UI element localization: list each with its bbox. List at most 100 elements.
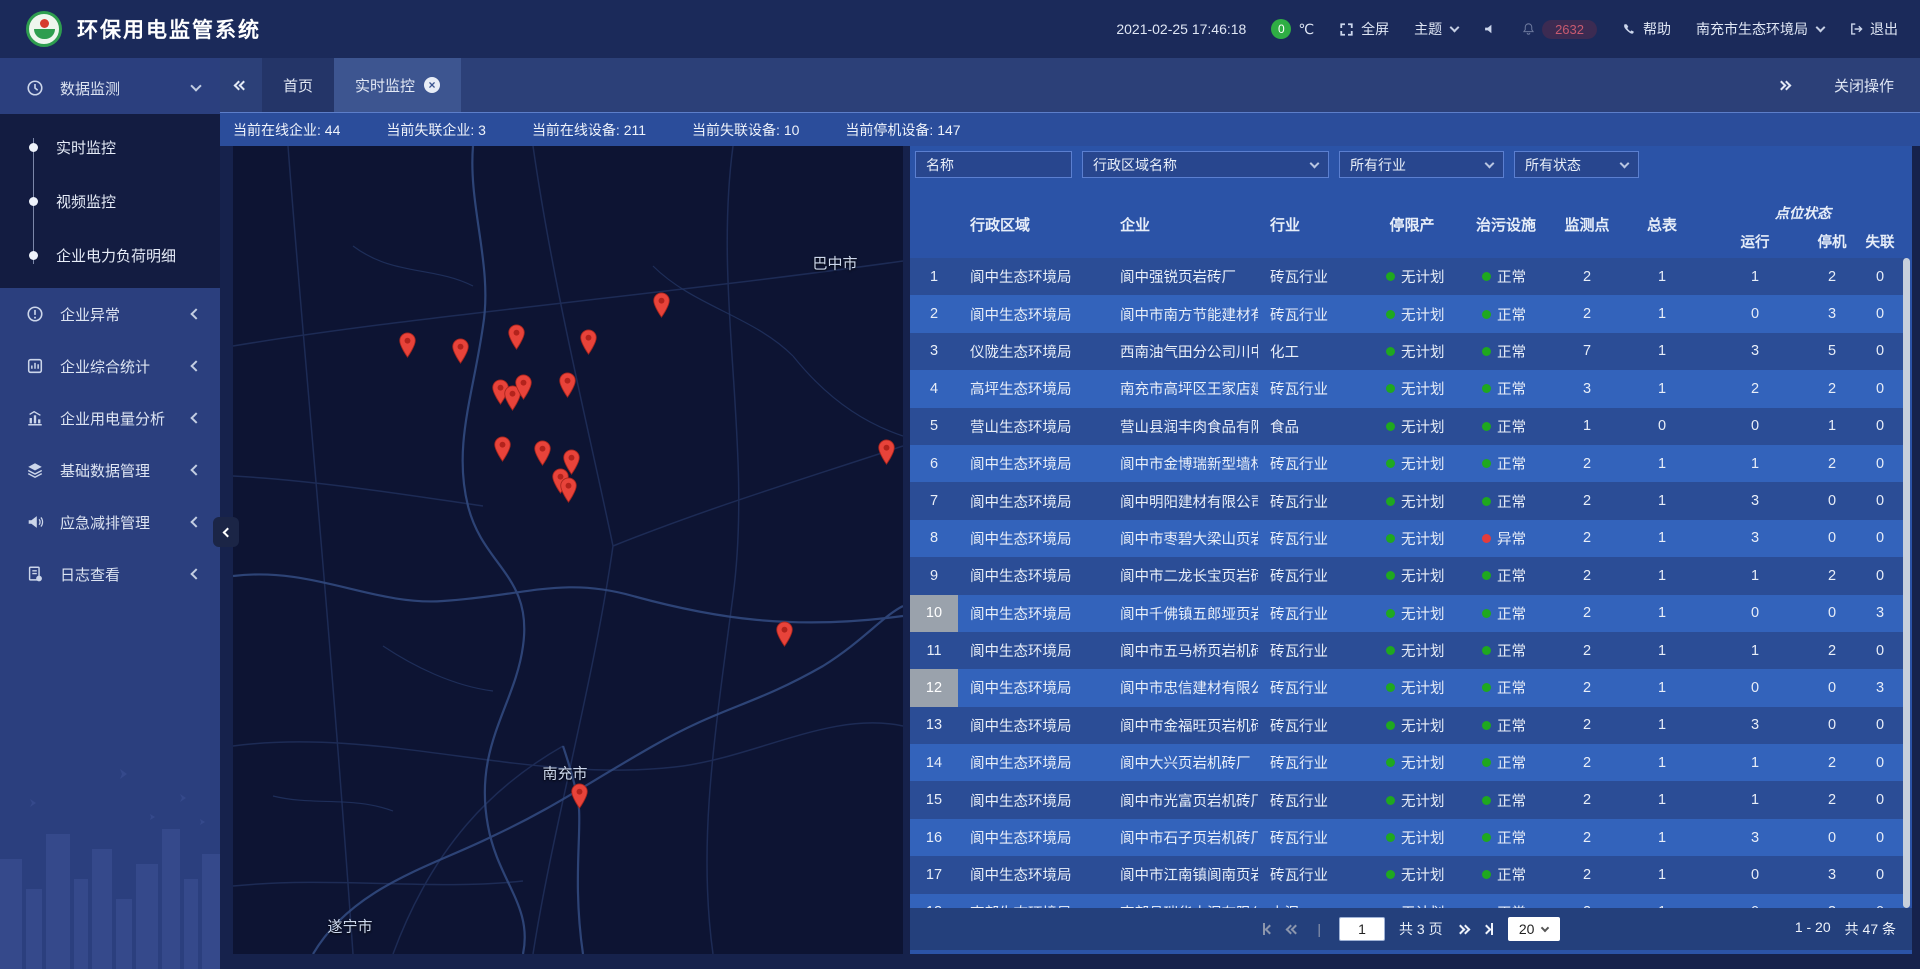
table-row[interactable]: 10阆中生态环境局阆中千佛镇五郎垭页岩砖瓦行业无计划正常21003: [910, 595, 1904, 632]
status-dot: [1386, 459, 1395, 468]
cell-industry: 砖瓦行业: [1258, 640, 1364, 661]
table-row[interactable]: 14阆中生态环境局阆中大兴页岩机砖厂砖瓦行业无计划正常21120: [910, 744, 1904, 781]
sidebar-item-logs[interactable]: 日志查看: [0, 548, 220, 600]
theme-menu[interactable]: 主题: [1414, 19, 1458, 39]
map-pin[interactable]: [398, 332, 417, 358]
prev-page-button[interactable]: [1287, 926, 1299, 933]
table-row[interactable]: 6阆中生态环境局阆中市金博瑞新型墙材砖瓦行业无计划正常21120: [910, 445, 1904, 482]
map-pin[interactable]: [558, 372, 577, 398]
first-page-button[interactable]: [1262, 923, 1273, 935]
tab-scroll-left-button[interactable]: [220, 58, 262, 112]
region-filter-select[interactable]: 行政区域名称: [1082, 151, 1329, 178]
org-menu[interactable]: 南充市生态环境局: [1696, 19, 1824, 39]
table-row[interactable]: 11阆中生态环境局阆中市五马桥页岩机砖砖瓦行业无计划正常21120: [910, 632, 1904, 669]
cell-monitor-count: 2: [1552, 717, 1622, 733]
map-pin[interactable]: [533, 440, 552, 466]
last-page-button[interactable]: [1483, 923, 1494, 935]
table-row[interactable]: 4高坪生态环境局南充市高坪区王家店建砖瓦行业无计划正常31220: [910, 370, 1904, 407]
status-filter-select[interactable]: 所有状态: [1514, 151, 1639, 178]
cell-stopped-count: 2: [1808, 381, 1856, 397]
cell-lost-count: 0: [1856, 717, 1904, 733]
table-row[interactable]: 2阆中生态环境局阆中市南方节能建材有砖瓦行业无计划正常21030: [910, 295, 1904, 332]
table-row[interactable]: 5营山生态环境局营山县润丰肉食品有限食品无计划正常10010: [910, 408, 1904, 445]
tab-scroll-right-button[interactable]: [1778, 82, 1790, 89]
cell-lost-count: 0: [1856, 456, 1904, 472]
temperature-value: 0: [1271, 19, 1291, 39]
notification-area[interactable]: 2632: [1522, 20, 1597, 39]
cell-lost-count: 0: [1856, 830, 1904, 846]
tab-home[interactable]: 首页: [262, 58, 334, 112]
help-button[interactable]: 帮助: [1622, 19, 1671, 39]
chevron-down-icon: [1541, 923, 1549, 931]
sidebar-collapse-button[interactable]: [213, 517, 239, 547]
speaker-muted-icon[interactable]: [1483, 22, 1497, 36]
close-ops-menu[interactable]: 关闭操作: [1834, 75, 1894, 96]
cell-stopped-count: 0: [1808, 605, 1856, 621]
sidebar-item-base-data[interactable]: 基础数据管理: [0, 444, 220, 496]
table-row[interactable]: 16阆中生态环境局阆中市石子页岩机砖厂砖瓦行业无计划正常21300: [910, 819, 1904, 856]
sidebar-item-power-analysis[interactable]: 企业用电量分析: [0, 392, 220, 444]
map-pin[interactable]: [493, 436, 512, 462]
map-pin[interactable]: [514, 374, 533, 400]
sidebar-item-data-monitor[interactable]: 数据监测: [0, 62, 220, 114]
tab-realtime-monitor[interactable]: 实时监控: [334, 58, 461, 112]
sidebar-subitem-label: 实时监控: [56, 137, 116, 158]
cell-region: 阆中生态环境局: [958, 603, 1108, 624]
status-text: 正常: [1497, 304, 1526, 325]
page-number-input[interactable]: 1: [1339, 917, 1385, 941]
table-row[interactable]: 17阆中生态环境局阆中市江南镇阆南页岩砖瓦行业无计划正常21030: [910, 856, 1904, 893]
map-pin[interactable]: [652, 292, 671, 318]
tab-close-icon[interactable]: [424, 77, 440, 93]
next-page-button[interactable]: [1457, 926, 1469, 933]
cell-facility-status: 正常: [1460, 491, 1552, 512]
table-scrollbar[interactable]: [1903, 258, 1910, 908]
map-pin[interactable]: [579, 329, 598, 355]
name-filter-input[interactable]: 名称: [915, 151, 1072, 178]
cell-monitor-count: 2: [1552, 269, 1622, 285]
status-text: 无计划: [1401, 640, 1445, 661]
status-text: 正常: [1497, 491, 1526, 512]
map-pin[interactable]: [559, 477, 578, 503]
table-row[interactable]: 3仪陇生态环境局西南油气田分公司川中化工无计划正常71350: [910, 333, 1904, 370]
industry-filter-select[interactable]: 所有行业: [1339, 151, 1504, 178]
cell-facility-status: 正常: [1460, 378, 1552, 399]
clock-icon: [26, 79, 46, 97]
map-pin[interactable]: [507, 324, 526, 350]
cell-industry: 砖瓦行业: [1258, 266, 1364, 287]
fullscreen-button[interactable]: 全屏: [1339, 19, 1389, 39]
logout-button[interactable]: 退出: [1849, 19, 1898, 39]
cell-stop-status: 无计划: [1364, 528, 1460, 549]
temperature-unit: ℃: [1298, 21, 1314, 38]
map[interactable]: 巴中市南充市遂宁市: [233, 146, 903, 954]
map-pin[interactable]: [570, 783, 589, 809]
table-row[interactable]: 13阆中生态环境局阆中市金福旺页岩机砖砖瓦行业无计划正常21300: [910, 707, 1904, 744]
map-pin[interactable]: [451, 338, 470, 364]
cell-monitor-count: 2: [1552, 680, 1622, 696]
sidebar-item-enterprise-abnormal[interactable]: 企业异常: [0, 288, 220, 340]
double-chevron-left-icon: [235, 82, 247, 89]
table-row[interactable]: 1阆中生态环境局阆中强锐页岩砖厂砖瓦行业无计划正常21120: [910, 258, 1904, 295]
page-size-select[interactable]: 20: [1508, 917, 1560, 941]
sidebar-item-enterprise-stats[interactable]: 企业综合统计: [0, 340, 220, 392]
table-row[interactable]: 9阆中生态环境局阆中市二龙长宝页岩砖砖瓦行业无计划正常21120: [910, 557, 1904, 594]
cell-industry: 砖瓦行业: [1258, 565, 1364, 586]
cell-industry: 砖瓦行业: [1258, 528, 1364, 549]
table-row[interactable]: 8阆中生态环境局阆中市枣碧大梁山页岩砖瓦行业无计划异常21300: [910, 520, 1904, 557]
cell-monitor-count: 2: [1552, 605, 1622, 621]
cell-region: 阆中生态环境局: [958, 453, 1108, 474]
map-pin[interactable]: [775, 621, 794, 647]
table-row[interactable]: 12阆中生态环境局阆中市忠信建材有限公砖瓦行业无计划正常21003: [910, 669, 1904, 706]
table-row[interactable]: 18南部生态环境局南部县瑞华水泥有限公水泥无计划正常21030: [910, 894, 1904, 908]
cell-region: 阆中生态环境局: [958, 304, 1108, 325]
sidebar-item-emergency[interactable]: 应急减排管理: [0, 496, 220, 548]
status-dot: [1386, 384, 1395, 393]
sidebar-subitem-video[interactable]: 视频监控: [0, 174, 220, 228]
map-pin[interactable]: [877, 439, 896, 465]
sidebar-subitem-load-detail[interactable]: 企业电力负荷明细: [0, 228, 220, 282]
screen: 环保用电监管系统 2021-02-25 17:46:18 0 ℃ 全屏 主题: [0, 0, 1920, 969]
table-row[interactable]: 15阆中生态环境局阆中市光富页岩机砖厂砖瓦行业无计划正常21120: [910, 781, 1904, 818]
sidebar-subitem-realtime[interactable]: 实时监控: [0, 120, 220, 174]
status-text: 异常: [1497, 528, 1526, 549]
cell-lost-count: 0: [1856, 792, 1904, 808]
table-row[interactable]: 7阆中生态环境局阆中明阳建材有限公司砖瓦行业无计划正常21300: [910, 482, 1904, 519]
